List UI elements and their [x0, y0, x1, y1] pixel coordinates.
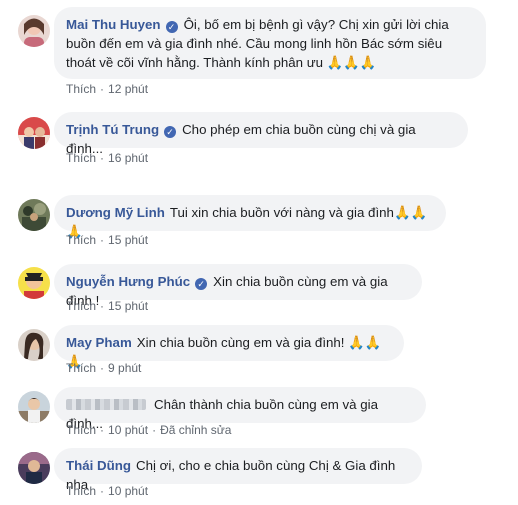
- timestamp[interactable]: 10 phút: [108, 484, 148, 498]
- comment-item: May Pham Xin chia buồn cùng em và gia đìn…: [0, 323, 518, 383]
- separator: ·: [100, 299, 105, 313]
- comment-item: Chân thành chia buồn cùng em và gia đình…: [0, 385, 518, 445]
- like-link[interactable]: Thích: [66, 82, 96, 96]
- comment-bubble: Mai Thu Huyen ✓ Ôi, bố em bị bệnh gì vậy? …: [54, 7, 486, 79]
- separator: ·: [100, 233, 105, 247]
- avatar-image: [18, 391, 50, 423]
- edited-label[interactable]: Đã chỉnh sửa: [160, 423, 231, 437]
- avatar[interactable]: [18, 391, 50, 423]
- avatar-image: [18, 329, 50, 361]
- commenter-name[interactable]: Trịnh Tú Trung: [66, 122, 159, 137]
- comment-meta: Thích · 10 phút: [66, 484, 148, 498]
- comment-meta: Thích · 15 phút: [66, 299, 148, 313]
- timestamp[interactable]: 16 phút: [108, 151, 148, 165]
- timestamp[interactable]: 15 phút: [108, 299, 148, 313]
- like-link[interactable]: Thích: [66, 423, 96, 437]
- check-badge-icon: ✓: [164, 126, 177, 138]
- timestamp[interactable]: 9 phút: [108, 361, 141, 375]
- like-link[interactable]: Thích: [66, 151, 96, 165]
- comment-item: Mai Thu Huyen ✓ Ôi, bố em bị bệnh gì vậy? …: [0, 0, 518, 100]
- folded-hands-emoji: 🙏🙏🙏: [326, 55, 377, 70]
- timestamp[interactable]: 10 phút: [108, 423, 148, 437]
- commenter-name[interactable]: Nguyễn Hưng Phúc: [66, 274, 190, 289]
- comment-meta: Thích · 9 phút: [66, 361, 141, 375]
- comment-text: Tui xin chia buồn với nàng và gia đình: [169, 205, 394, 220]
- comment-item: Trịnh Tú Trung ✓ Cho phép em chia buồn cùn…: [0, 108, 518, 168]
- check-badge-icon: ✓: [195, 278, 208, 290]
- check-badge-icon: ✓: [165, 21, 178, 33]
- separator: ·: [100, 361, 105, 375]
- comment-bubble: Trịnh Tú Trung ✓ Cho phép em chia buồn cùn…: [54, 112, 468, 156]
- timestamp[interactable]: 12 phút: [108, 82, 148, 96]
- comment-item: Thái Dũng Chị ơi, cho e chia buồn cùng Ch…: [0, 446, 518, 505]
- comment-text: Xin chia buồn cùng em và gia đình!: [136, 335, 345, 350]
- separator: ·: [100, 151, 105, 165]
- avatar[interactable]: [18, 329, 50, 361]
- separator: ·: [100, 82, 105, 96]
- avatar-image: [18, 452, 50, 484]
- avatar[interactable]: [18, 267, 50, 299]
- comment-item: Dương Mỹ Linh Tui xin chia buồn với nàng …: [0, 194, 518, 254]
- avatar[interactable]: [18, 199, 50, 231]
- avatar-image: [18, 15, 50, 47]
- commenter-name[interactable]: Thái Dũng: [66, 458, 131, 473]
- separator: ·: [152, 423, 157, 437]
- like-link[interactable]: Thích: [66, 233, 96, 247]
- avatar-image: [18, 117, 50, 149]
- comment-meta: Thích · 12 phút: [66, 82, 148, 96]
- comment-bubble: May Pham Xin chia buồn cùng em và gia đìn…: [54, 325, 404, 369]
- avatar-image: [18, 199, 50, 231]
- like-link[interactable]: Thích: [66, 361, 96, 375]
- timestamp[interactable]: 15 phút: [108, 233, 148, 247]
- avatar[interactable]: [18, 117, 50, 149]
- commenter-name[interactable]: Mai Thu Huyen: [66, 17, 161, 32]
- comment-meta: Thích · 10 phút · Đã chỉnh sửa: [66, 423, 231, 437]
- like-link[interactable]: Thích: [66, 484, 96, 498]
- comment-bubble: Nguyễn Hưng Phúc ✓ Xin chia buồn cùng em v…: [54, 264, 422, 308]
- comment-item: Nguyễn Hưng Phúc ✓ Xin chia buồn cùng em v…: [0, 262, 518, 322]
- comment-bubble: Chân thành chia buồn cùng em và gia đình…: [54, 387, 426, 431]
- comment-meta: Thích · 16 phút: [66, 151, 148, 165]
- like-link[interactable]: Thích: [66, 299, 96, 313]
- comment-bubble: Dương Mỹ Linh Tui xin chia buồn với nàng …: [54, 195, 446, 239]
- avatar[interactable]: [18, 452, 50, 484]
- commenter-name[interactable]: May Pham: [66, 335, 132, 350]
- comment-meta: Thích · 15 phút: [66, 233, 148, 247]
- separator: ·: [100, 484, 105, 498]
- blurred-commenter-name[interactable]: [66, 399, 146, 410]
- separator: ·: [100, 423, 105, 437]
- commenter-name[interactable]: Dương Mỹ Linh: [66, 205, 165, 220]
- avatar-image: [18, 267, 50, 299]
- comment-bubble: Thái Dũng Chị ơi, cho e chia buồn cùng Ch…: [54, 448, 422, 492]
- avatar[interactable]: [18, 15, 50, 47]
